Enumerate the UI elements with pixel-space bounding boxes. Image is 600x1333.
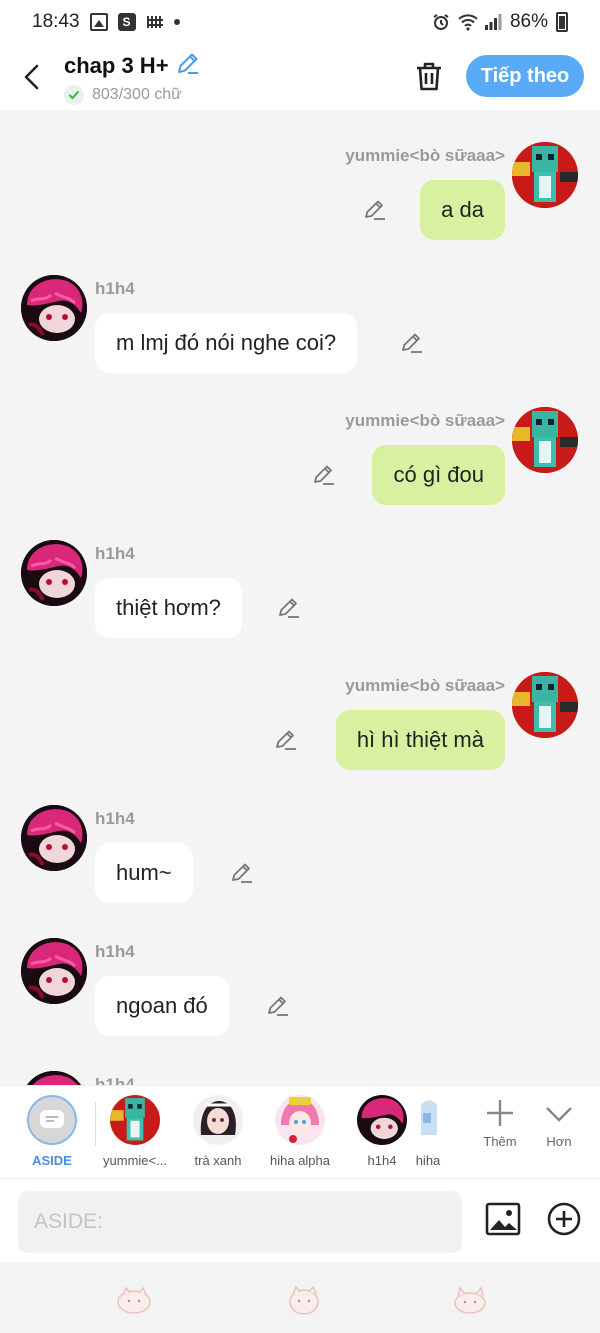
message-bubble[interactable]: ngoan đó	[95, 976, 229, 1036]
chevron-left-icon	[24, 64, 39, 90]
more-options-button[interactable]	[546, 1201, 582, 1237]
avatar-h1h4[interactable]	[21, 1071, 87, 1085]
word-count: 803/300 chữ	[92, 85, 182, 103]
avatar-h1h4[interactable]	[21, 938, 87, 1004]
add-character-button[interactable]: Thêm	[472, 1098, 528, 1149]
avatar-h1h4[interactable]	[21, 805, 87, 871]
image-icon	[485, 1202, 521, 1236]
sender-name: h1h4	[95, 942, 135, 961]
pencil-icon	[177, 53, 198, 74]
message-bubble[interactable]: hì hì thiệt mà	[335, 710, 505, 770]
add-character-label: Thêm	[483, 1134, 517, 1149]
character-avatar	[417, 1095, 439, 1145]
character-label: ASIDE	[32, 1153, 72, 1168]
character-avatar	[275, 1095, 325, 1145]
trash-icon	[417, 62, 441, 91]
chat-area[interactable]: yummie<bò sữaaa> a da h1h4 m lmj đó nói …	[0, 110, 600, 1085]
sender-name: h1h4	[95, 809, 135, 828]
story-header: chap 3 H+ 803/300 chữ Tiếp theo	[0, 44, 600, 110]
avatar-yummie[interactable]	[512, 672, 578, 738]
sender-name: yummie<bò sữaaa>	[345, 676, 505, 695]
character-avatar	[193, 1095, 243, 1145]
character-avatar	[110, 1095, 160, 1145]
chat-bubble-icon	[40, 1110, 64, 1128]
sender-name: yummie<bò sữaaa>	[345, 411, 505, 430]
battery-percent: 86%	[509, 11, 548, 32]
sender-name: h1h4	[95, 544, 135, 563]
signal-icon	[484, 13, 502, 31]
status-bar: 18:43 S 86%	[0, 0, 600, 44]
alarm-icon	[432, 13, 450, 31]
pencil-icon	[314, 465, 334, 485]
expand-label: Hơn	[546, 1134, 572, 1149]
next-button[interactable]: Tiếp theo	[466, 55, 584, 97]
edit-message-button[interactable]	[277, 596, 301, 620]
delete-button[interactable]	[412, 58, 446, 94]
message-input[interactable]	[18, 1191, 462, 1253]
message-bubble[interactable]: hum~	[95, 843, 193, 903]
edit-message-button[interactable]	[274, 728, 298, 752]
character-tra-xanh[interactable]: trà xanh	[176, 1095, 260, 1168]
pencil-icon	[279, 598, 299, 618]
sticker-cat-2[interactable]	[285, 1282, 323, 1316]
avatar-yummie[interactable]	[512, 407, 578, 473]
pencil-icon	[232, 863, 252, 883]
chevron-down-icon	[546, 1107, 572, 1122]
sticker-cat-1[interactable]	[115, 1282, 153, 1316]
back-button[interactable]	[0, 44, 64, 110]
plus-circle-icon	[547, 1202, 581, 1236]
edit-message-button[interactable]	[363, 198, 387, 222]
gallery-notification-icon	[89, 13, 108, 31]
character-label: hiha	[415, 1153, 441, 1168]
message-bubble[interactable]: m lmj đó nói nghe coi?	[95, 313, 358, 373]
pencil-icon	[402, 333, 422, 353]
cat-sticker-icon	[289, 1285, 319, 1315]
character-hiha[interactable]: hiha	[400, 1095, 456, 1168]
character-yummie[interactable]: yummie<...	[93, 1095, 177, 1168]
character-hiha-alpha[interactable]: hiha alpha	[258, 1095, 342, 1168]
sender-name: yummie<bò sữaaa>	[345, 146, 505, 165]
character-label: hiha alpha	[270, 1153, 330, 1168]
avatar-yummie[interactable]	[512, 142, 578, 208]
expand-characters-button[interactable]: Hơn	[531, 1098, 587, 1149]
pencil-icon	[365, 200, 385, 220]
sticker-cat-3[interactable]	[451, 1282, 489, 1316]
sticker-row	[0, 1262, 600, 1333]
status-time: 18:43	[32, 11, 80, 32]
character-label: trà xanh	[194, 1153, 242, 1168]
battery-icon	[556, 12, 568, 32]
shopee-notification-icon: S	[117, 13, 136, 31]
pencil-icon	[268, 996, 288, 1016]
edit-message-button[interactable]	[230, 861, 254, 885]
chapter-title: chap 3 H+	[64, 52, 169, 78]
message-bubble[interactable]: a da	[420, 180, 505, 240]
more-notifications-icon	[173, 19, 180, 25]
character-label: yummie<...	[103, 1153, 167, 1168]
message-bubble[interactable]: thiệt hơm?	[95, 578, 242, 638]
sender-name: h1h4	[95, 279, 135, 298]
insert-image-button[interactable]	[485, 1201, 521, 1237]
edit-message-button[interactable]	[266, 994, 290, 1018]
edit-message-button[interactable]	[400, 331, 424, 355]
message-bubble[interactable]: có gì đou	[372, 445, 505, 505]
character-selector: ASIDE yummie<... trà xanh hiha alpha h1h…	[0, 1085, 600, 1178]
cat-sticker-icon	[454, 1286, 486, 1314]
wifi-icon	[458, 13, 478, 31]
sender-name: h1h4	[95, 1075, 135, 1085]
compose-area	[0, 1178, 600, 1262]
aside-avatar	[27, 1095, 77, 1145]
plus-icon	[487, 1100, 513, 1126]
avatar-h1h4[interactable]	[21, 540, 87, 606]
cat-sticker-icon	[117, 1286, 151, 1314]
app-notification-icon	[146, 13, 164, 31]
character-aside[interactable]: ASIDE	[10, 1095, 94, 1168]
pencil-icon	[276, 730, 296, 750]
edit-title-button[interactable]	[175, 50, 201, 82]
avatar-h1h4[interactable]	[21, 275, 87, 341]
edit-message-button[interactable]	[312, 463, 336, 487]
check-icon	[64, 84, 84, 105]
